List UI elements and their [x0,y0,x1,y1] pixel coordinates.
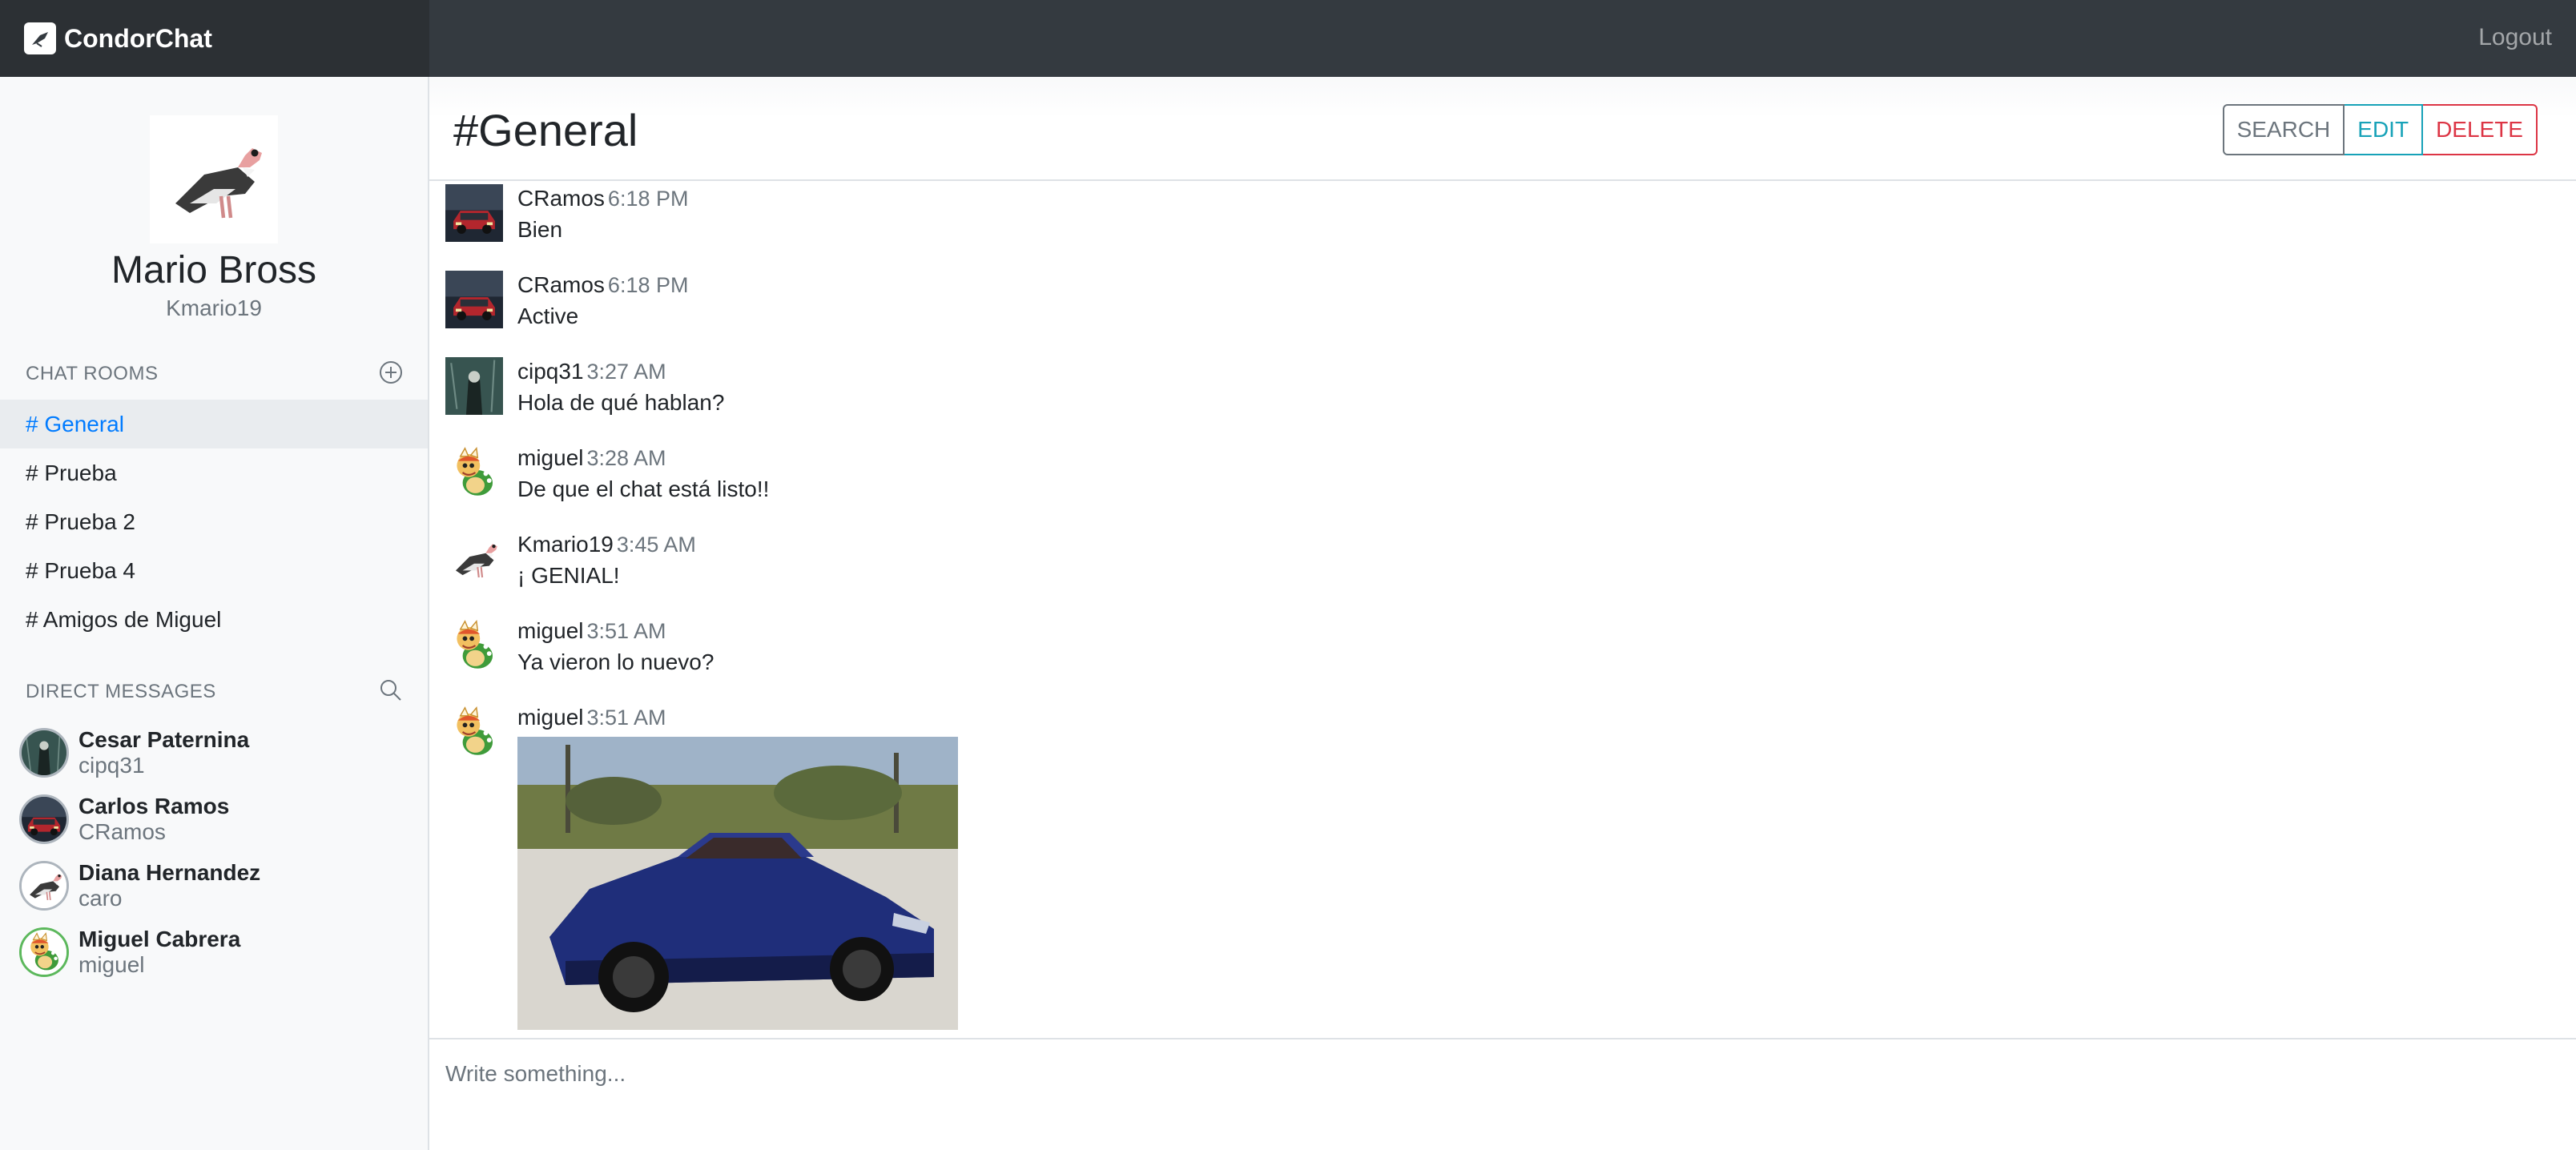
avatar[interactable] [445,444,503,501]
dm-username: caro [78,885,123,911]
message-author[interactable]: miguel [517,705,583,730]
avatar[interactable] [445,357,503,415]
direct-messages-header: DIRECT MESSAGES [0,676,428,708]
top-navbar: CondorChat Logout [0,0,2576,77]
room-item-prueba-2[interactable]: # Prueba 2 [0,497,428,546]
message-text: Active [517,304,579,328]
message-time: 6:18 PM [607,187,689,211]
room-item-prueba-4[interactable]: # Prueba 4 [0,546,428,595]
dm-item-cesar-paternina[interactable]: Cesar Paternina cipq31 [0,719,428,786]
message-text: Ya vieron lo nuevo? [517,649,714,674]
message-composer [429,1038,2576,1150]
message-author[interactable]: CRamos [517,186,605,211]
profile-username: Kmario19 [166,296,262,320]
profile-avatar [150,115,278,243]
add-room-icon[interactable] [376,358,405,387]
message-author[interactable]: CRamos [517,272,605,297]
message-body: CRamos 6:18 PM Bien [517,184,688,247]
message-text: ¡ GENIAL! [517,563,620,588]
dm-username: miguel [78,951,145,977]
message-author[interactable]: cipq31 [517,359,584,384]
dm-name: Diana Hernandez [78,859,261,885]
chat-rooms-header: CHAT ROOMS [0,358,428,390]
message-author[interactable]: miguel [517,618,583,643]
message-author[interactable]: Kmario19 [517,532,614,557]
avatar [19,794,69,844]
message: cipq31 3:27 AM Hola de qué hablan? [445,357,724,420]
avatar[interactable] [445,617,503,674]
message-meta: miguel 3:51 AM [517,703,958,732]
main-panel: #General SEARCH EDIT DELETE CRamos 6:18 P… [429,77,2576,1150]
message-body: CRamos 6:18 PM Active [517,271,688,333]
search-users-icon[interactable] [376,676,405,705]
message: miguel 3:51 AM [445,703,958,1030]
avatar[interactable] [445,703,503,761]
message-meta: miguel 3:51 AM [517,617,714,645]
dm-item-diana-hernandez[interactable]: Diana Hernandez caro [0,852,428,919]
logout-link[interactable]: Logout [2478,24,2552,51]
message-meta: CRamos 6:18 PM [517,271,688,300]
message-input[interactable] [429,1039,2576,1108]
edit-button[interactable]: EDIT [2345,104,2424,155]
search-button[interactable]: SEARCH [2222,104,2345,155]
dm-item-miguel-cabrera[interactable]: Miguel Cabrera miguel [0,919,428,985]
message: Kmario19 3:45 AM ¡ GENIAL! [445,530,696,593]
sidebar: Mario Bross Kmario19 CHAT ROOMS # Genera… [0,77,429,1150]
message-text: Bien [517,217,563,242]
message-meta: cipq31 3:27 AM [517,357,724,386]
dm-item-carlos-ramos[interactable]: Carlos Ramos CRamos [0,786,428,852]
message-body: miguel 3:51 AM Ya vieron lo nuevo? [517,617,714,679]
message-time: 3:27 AM [586,360,666,384]
message-meta: miguel 3:28 AM [517,444,769,472]
message-time: 6:18 PM [607,273,689,297]
dm-name: Miguel Cabrera [78,926,241,951]
avatar [19,727,69,778]
message-body: Kmario19 3:45 AM ¡ GENIAL! [517,530,696,593]
message: CRamos 6:18 PM Active [445,271,688,333]
room-item-prueba[interactable]: # Prueba [0,448,428,497]
message-time: 3:28 AM [586,446,666,470]
direct-messages-title: DIRECT MESSAGES [26,681,216,702]
dm-name: Carlos Ramos [78,793,230,818]
message-text: Hola de qué hablan? [517,390,725,415]
room-list: # General # Prueba # Prueba 2 # Prueba 4… [0,400,428,644]
message-time: 3:51 AM [586,619,666,643]
message-image-sports-car[interactable] [517,737,958,1030]
channel-actions: SEARCH EDIT DELETE [2222,104,2538,155]
dm-list: Cesar Paternina cipq31 Carlos Ramos CRam… [0,719,428,985]
profile-name: Mario Bross [111,249,317,292]
message-meta: CRamos 6:18 PM [517,184,688,213]
dm-username: CRamos [78,818,166,844]
room-item-general[interactable]: # General [0,400,428,448]
dm-username: cipq31 [78,752,145,778]
avatar[interactable] [445,271,503,328]
message-body: cipq31 3:27 AM Hola de qué hablan? [517,357,724,420]
channel-title: #General [453,105,638,155]
delete-button[interactable]: DELETE [2423,104,2538,155]
message: CRamos 6:18 PM Bien [445,184,688,247]
message-meta: Kmario19 3:45 AM [517,530,696,559]
avatar[interactable] [445,530,503,588]
message: miguel 3:51 AM Ya vieron lo nuevo? [445,617,714,679]
condor-logo-icon [24,22,56,54]
dm-name: Cesar Paternina [78,726,250,752]
chat-rooms-title: CHAT ROOMS [26,363,159,384]
channel-header: #General SEARCH EDIT DELETE [429,77,2576,181]
user-profile: Mario Bross Kmario19 [0,77,428,321]
room-item-amigos-de-miguel[interactable]: # Amigos de Miguel [0,595,428,644]
message-list: CRamos 6:18 PM Bien CRamos 6:18 PM Active cipq… [429,183,2576,1035]
message-text: De que el chat está listo!! [517,476,770,501]
brand[interactable]: CondorChat [0,0,429,77]
message-time: 3:51 AM [586,706,666,730]
app-name: CondorChat [64,23,212,53]
message-author[interactable]: miguel [517,445,583,470]
message-body: miguel 3:51 AM [517,703,958,1030]
avatar[interactable] [445,184,503,242]
message-body: miguel 3:28 AM De que el chat está listo!! [517,444,769,506]
avatar [19,860,69,911]
message: miguel 3:28 AM De que el chat está listo!! [445,444,769,506]
message-time: 3:45 AM [616,533,696,557]
avatar [19,927,69,977]
